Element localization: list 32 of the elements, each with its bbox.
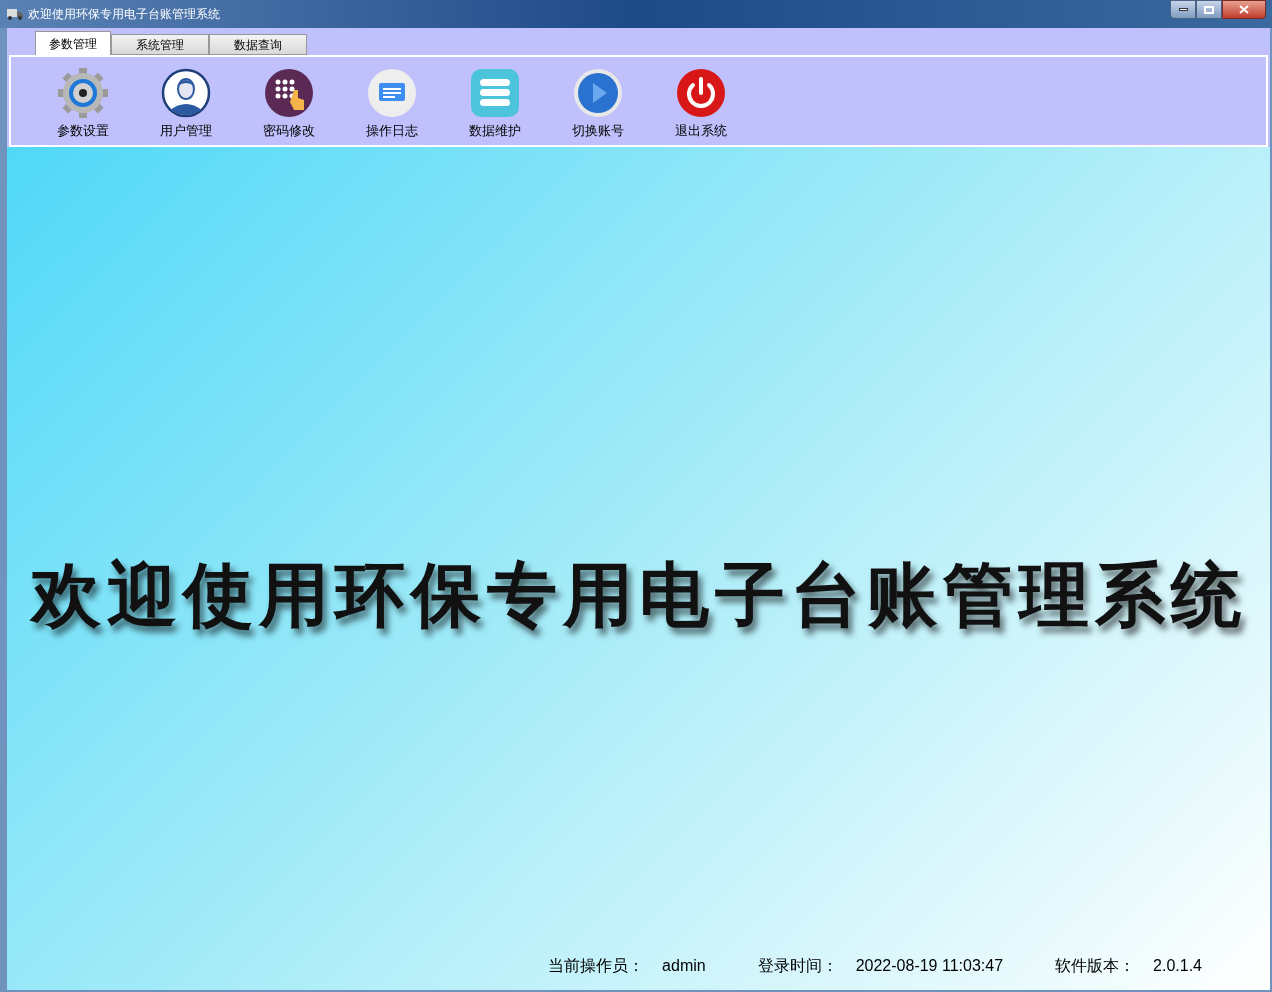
status-label: 当前操作员： [548,956,645,976]
toolbar-button[interactable]: 用户管理 [134,67,237,141]
truck-icon [6,7,24,21]
tab[interactable]: 系统管理 [111,34,209,55]
toolbar-button[interactable]: 数据维护 [443,67,546,141]
toolbar-button[interactable]: 操作日志 [340,67,443,141]
toolbar-button[interactable]: 密码修改 [237,67,340,141]
status-label: 软件版本： [1055,956,1136,976]
maximize-button[interactable] [1196,0,1222,19]
close-icon [1239,5,1249,14]
minimize-button[interactable] [1170,0,1196,19]
toolbar-button[interactable]: 参数设置 [31,67,134,141]
note-icon [366,68,417,118]
status-value: admin [662,956,706,976]
status-label: 登录时间： [757,956,838,976]
window-title: 欢迎使用环保专用电子台账管理系统 [28,6,220,23]
close-button[interactable] [1222,0,1266,19]
status-value: 2022-08-19 11:03:47 [855,956,1004,976]
keypad-icon [263,68,314,118]
gear-icon [55,66,110,120]
database-icon [469,68,520,118]
toolbar-button[interactable]: 切换账号 [546,67,649,141]
power-icon [675,68,726,118]
minimize-icon [1178,8,1188,11]
maximize-icon [1204,5,1214,14]
tab[interactable]: 数据查询 [209,34,307,55]
user-icon [160,68,211,118]
tab[interactable]: 参数管理 [35,31,111,55]
play-icon [572,68,623,118]
welcome-heading: 欢迎使用环保专用电子台账管理系统 [30,555,1247,636]
toolbar-button[interactable]: 退出系统 [649,67,752,141]
status-value: 2.0.1.4 [1153,956,1202,976]
